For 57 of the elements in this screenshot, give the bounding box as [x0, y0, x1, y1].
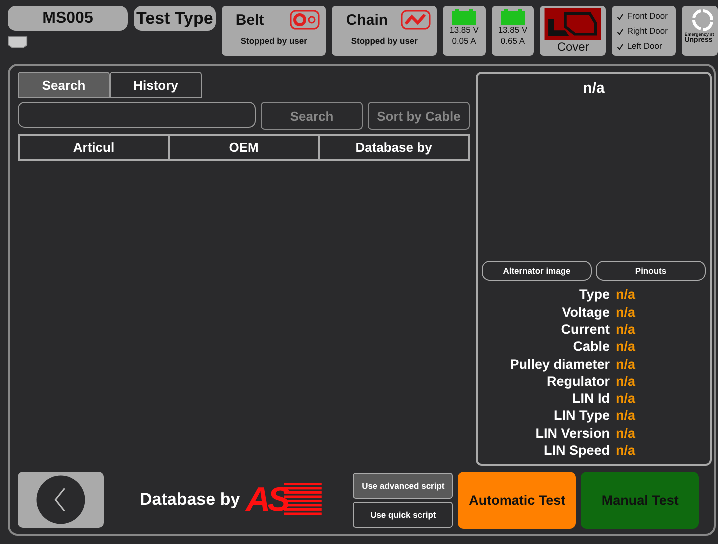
field-value: n/a — [616, 304, 637, 320]
chevron-left-icon — [36, 475, 86, 525]
battery-current: 0.65 A — [500, 36, 526, 47]
field-label: LIN Type — [552, 408, 610, 424]
door-label: Right Door — [627, 26, 668, 36]
search-field[interactable] — [18, 102, 256, 128]
drive-label: Belt — [234, 12, 264, 28]
door-label: Front Door — [627, 10, 668, 21]
test-type-button[interactable]: Test Type — [134, 6, 216, 31]
drive-label: Chain — [345, 12, 388, 28]
column-header[interactable]: Database by — [320, 136, 468, 159]
field-label: Cable — [572, 339, 610, 354]
field-value: n/a — [616, 374, 637, 389]
sort-button[interactable]: Sort by Cable — [368, 102, 470, 130]
field-value: n/a — [616, 287, 637, 302]
field-value: n/a — [616, 322, 637, 337]
script-button[interactable]: Use quick script — [353, 502, 454, 528]
details-button[interactable]: Alternator image — [482, 261, 592, 282]
field-label: LIN Version — [534, 426, 610, 441]
drive-status: Stopped by user — [350, 36, 419, 46]
door-label: Left Door — [627, 41, 662, 52]
field-value: n/a — [616, 356, 637, 372]
field-value: n/a — [616, 426, 637, 441]
device-name: MS005 — [8, 6, 128, 31]
drive-status: Stopped by user — [240, 36, 308, 46]
details-button[interactable]: Pinouts — [596, 261, 706, 282]
field-label: LIN Speed — [542, 443, 610, 458]
database-by-label: Database by — [140, 490, 240, 510]
belt-icon — [290, 10, 320, 30]
battery-voltage: 13.85 V — [450, 25, 479, 36]
script-button[interactable]: Use advanced script — [353, 472, 454, 498]
tab[interactable]: Search — [18, 72, 110, 98]
back-button[interactable] — [18, 472, 104, 528]
automatic-test-button[interactable]: Automatic Test — [458, 472, 576, 528]
field-label: Regulator — [546, 374, 610, 389]
cover-label: Cover — [557, 40, 590, 54]
tab[interactable]: History — [110, 72, 202, 98]
battery-icon — [452, 9, 476, 25]
connector-icon — [8, 36, 28, 49]
refresh-icon — [690, 8, 715, 32]
column-header[interactable]: OEM — [170, 136, 320, 159]
column-header[interactable]: Articul — [20, 136, 170, 159]
search-button[interactable]: Search — [261, 102, 363, 130]
battery-icon — [500, 9, 525, 25]
field-label: LIN Id — [572, 391, 610, 406]
field-value: n/a — [616, 391, 637, 406]
field-value: n/a — [616, 408, 637, 424]
battery-current: 0.05 A — [452, 36, 476, 47]
field-label: Current — [560, 322, 610, 337]
field-label: Voltage — [561, 304, 610, 320]
chain-icon — [400, 10, 431, 30]
battery-voltage: 13.85 V — [498, 25, 528, 36]
field-label: Type — [578, 287, 610, 302]
field-label: Pulley diameter — [509, 356, 610, 372]
alternator-title: n/a — [582, 80, 606, 97]
field-value: n/a — [616, 339, 637, 354]
field-value: n/a — [616, 443, 637, 458]
